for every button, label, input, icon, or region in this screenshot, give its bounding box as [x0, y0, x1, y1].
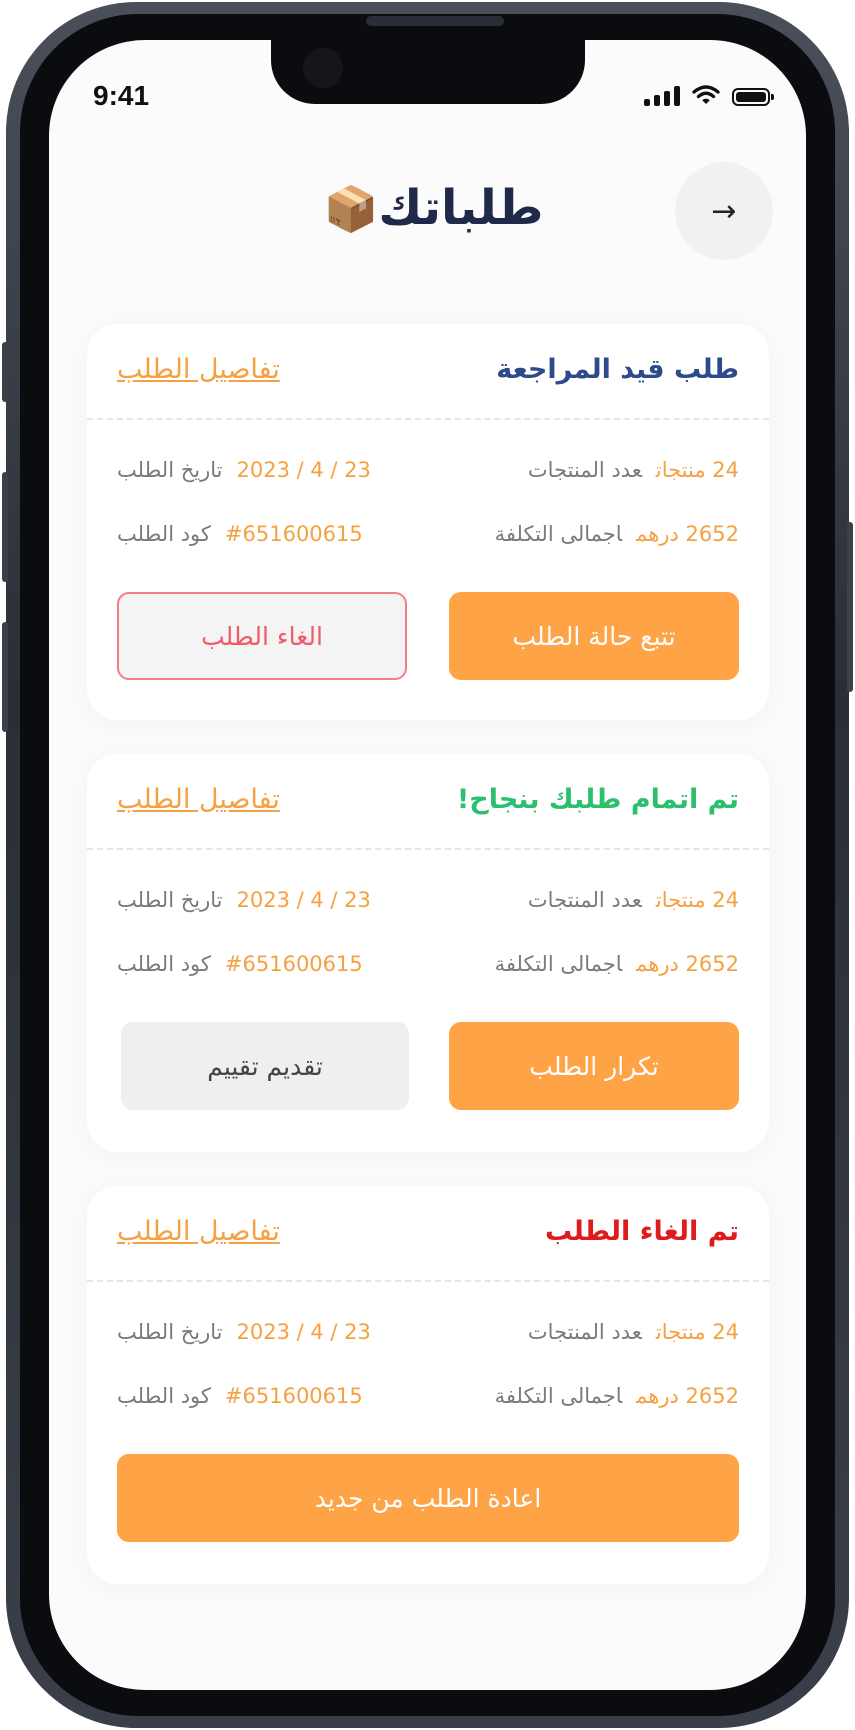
- mute-switch: [2, 342, 8, 402]
- order-code: #651600615 كود الطلب: [117, 1384, 363, 1408]
- volume-up-button: [2, 472, 8, 582]
- battery-icon: [732, 88, 774, 106]
- cancel-order-button[interactable]: الغاء الطلب: [117, 592, 407, 680]
- order-date-label: تاريخ الطلب: [117, 888, 223, 912]
- order-date-label: تاريخ الطلب: [117, 458, 223, 482]
- volume-down-button: [2, 622, 8, 732]
- order-date-value: 2023 / 4 / 23: [236, 888, 371, 912]
- products-count: 24 منتجات عدد المنتجات: [528, 458, 739, 482]
- info-row: 24 منتجات عدد المنتجات 2023 / 4 / 23 تاريخ…: [117, 888, 739, 920]
- order-status: تم الغاء الطلب: [545, 1216, 739, 1247]
- screen: 9:41 → طلباتك📦 طلب قيد المراجعة تفاصيل ا…: [49, 40, 806, 1690]
- order-code: #651600615 كود الطلب: [117, 952, 363, 976]
- total-cost: 2652 درهم اجمالى التكلفة: [495, 952, 739, 976]
- products-count-value: 24 منتجات: [655, 458, 739, 482]
- status-icons: [644, 84, 774, 106]
- info-row: 24 منتجات عدد المنتجات 2023 / 4 / 23 تاريخ…: [117, 1320, 739, 1352]
- wifi-icon: [692, 85, 720, 104]
- products-count-label: عدد المنتجات: [527, 888, 642, 912]
- notch: [271, 40, 585, 104]
- order-card: طلب قيد المراجعة تفاصيل الطلب 24 منتجات ع…: [87, 324, 769, 720]
- track-order-button[interactable]: تتبع حالة الطلب: [449, 592, 739, 680]
- products-count: 24 منتجات عدد المنتجات: [528, 888, 739, 912]
- order-code-value: #651600615: [224, 1384, 363, 1408]
- front-camera: [303, 48, 343, 88]
- products-count-value: 24 منتجات: [655, 1320, 739, 1344]
- order-code-value: #651600615: [224, 522, 363, 546]
- total-cost-label: اجمالى التكلفة: [494, 952, 623, 976]
- order-date-label: تاريخ الطلب: [117, 1320, 223, 1344]
- order-date: 2023 / 4 / 23 تاريخ الطلب: [117, 1320, 371, 1344]
- info-row: 2652 درهم اجمالى التكلفة #651600615 كود ال…: [117, 952, 739, 984]
- page-title-text: طلباتك: [378, 180, 544, 236]
- products-count-label: عدد المنتجات: [527, 458, 642, 482]
- card-header: تم اتمام طلبك بنجاح! تفاصيل الطلب: [87, 754, 769, 850]
- order-card: تم الغاء الطلب تفاصيل الطلب 24 منتجات عدد…: [87, 1186, 769, 1584]
- total-cost: 2652 درهم اجمالى التكلفة: [495, 522, 739, 546]
- total-cost-value: 2652 درهم: [636, 1384, 739, 1408]
- order-status: تم اتمام طلبك بنجاح!: [456, 784, 739, 815]
- power-button: [847, 522, 853, 692]
- cellular-signal-icon: [644, 86, 680, 106]
- card-header: تم الغاء الطلب تفاصيل الطلب: [87, 1186, 769, 1282]
- info-row: 2652 درهم اجمالى التكلفة #651600615 كود ال…: [117, 1384, 739, 1416]
- card-header: طلب قيد المراجعة تفاصيل الطلب: [87, 324, 769, 420]
- order-details-link[interactable]: تفاصيل الطلب: [117, 784, 280, 815]
- total-cost-label: اجمالى التكلفة: [494, 1384, 623, 1408]
- info-row: 24 منتجات عدد المنتجات 2023 / 4 / 23 تاريخ…: [117, 458, 739, 490]
- products-count: 24 منتجات عدد المنتجات: [528, 1320, 739, 1344]
- total-cost-value: 2652 درهم: [636, 952, 739, 976]
- total-cost: 2652 درهم اجمالى التكلفة: [495, 1384, 739, 1408]
- order-card: تم اتمام طلبك بنجاح! تفاصيل الطلب 24 منت…: [87, 754, 769, 1152]
- order-details-link[interactable]: تفاصيل الطلب: [117, 1216, 280, 1247]
- order-code-label: كود الطلب: [117, 1384, 211, 1408]
- status-time: 9:41: [93, 80, 150, 111]
- order-code-value: #651600615: [224, 952, 363, 976]
- order-code: #651600615 كود الطلب: [117, 522, 363, 546]
- rate-order-button[interactable]: تقديم تقييم: [121, 1022, 409, 1110]
- total-cost-value: 2652 درهم: [636, 522, 739, 546]
- order-code-label: كود الطلب: [117, 522, 211, 546]
- reorder-button[interactable]: تكرار الطلب: [449, 1022, 739, 1110]
- order-date-value: 2023 / 4 / 23: [236, 1320, 371, 1344]
- info-row: 2652 درهم اجمالى التكلفة #651600615 كود ال…: [117, 522, 739, 554]
- products-count-value: 24 منتجات: [655, 888, 739, 912]
- page-title: طلباتك📦: [49, 180, 806, 236]
- package-icon: 📦: [323, 184, 379, 235]
- order-date: 2023 / 4 / 23 تاريخ الطلب: [117, 458, 371, 482]
- order-details-link[interactable]: تفاصيل الطلب: [117, 354, 280, 385]
- order-date: 2023 / 4 / 23 تاريخ الطلب: [117, 888, 371, 912]
- order-date-value: 2023 / 4 / 23: [236, 458, 371, 482]
- reorder-again-button[interactable]: اعادة الطلب من جديد: [117, 1454, 739, 1542]
- products-count-label: عدد المنتجات: [527, 1320, 642, 1344]
- speaker-grille: [366, 16, 504, 26]
- order-code-label: كود الطلب: [117, 952, 211, 976]
- order-status: طلب قيد المراجعة: [496, 354, 739, 385]
- total-cost-label: اجمالى التكلفة: [494, 522, 623, 546]
